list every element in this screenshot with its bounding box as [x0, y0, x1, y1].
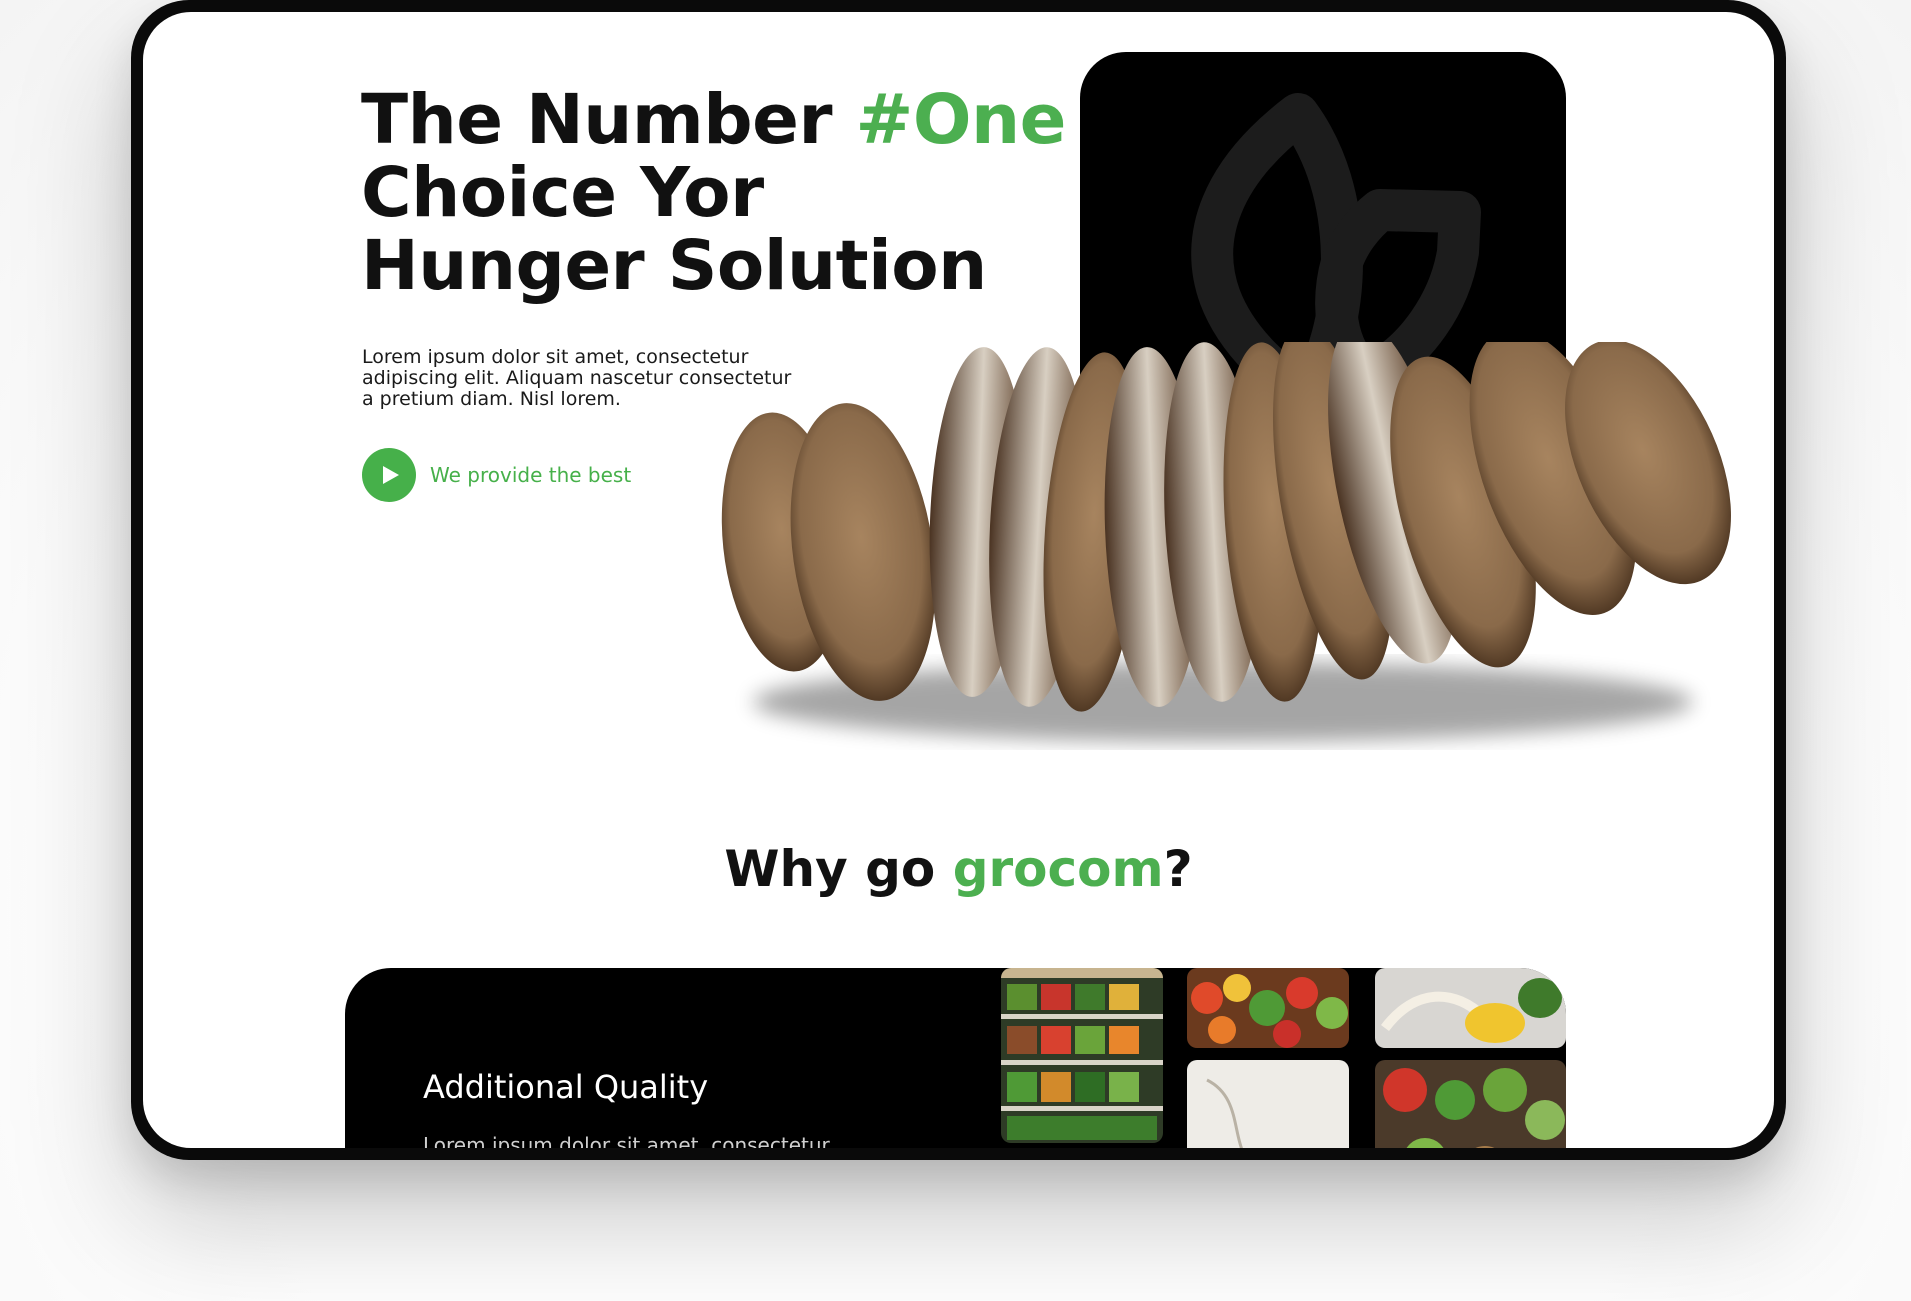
hero-headline: The Number #One Choice Yor Hunger Solution: [361, 84, 1121, 303]
why-suffix: ?: [1163, 840, 1193, 898]
headline-accent: #One: [855, 80, 1067, 160]
device-frame: The Number #One Choice Yor Hunger Solution…: [131, 0, 1786, 1160]
headline-line2: Choice Yor: [361, 153, 764, 233]
feature-card: Additional Quality Lorem ipsum dolor sit…: [345, 968, 1566, 1148]
feature-description: Lorem ipsum dolor sit amet, consectetur: [423, 1133, 830, 1148]
photo-cooking-ingredients: [1375, 968, 1566, 1048]
why-brand: grocom: [952, 840, 1164, 898]
screen: The Number #One Choice Yor Hunger Solution…: [143, 12, 1774, 1148]
why-heading: Why go grocom?: [143, 840, 1774, 898]
photo-veggie-mix: [1375, 1060, 1566, 1148]
bread-image: [721, 342, 1731, 742]
why-prefix: Why go: [724, 840, 953, 898]
cta-label: We provide the best: [430, 463, 632, 487]
photo-produce-shelves: [1001, 968, 1163, 1143]
photo-market-stall: [1187, 968, 1349, 1048]
photo-vegetables-bag: [1187, 1060, 1349, 1148]
feature-title: Additional Quality: [423, 1068, 709, 1106]
play-icon: [362, 448, 416, 502]
headline-line3: Hunger Solution: [361, 226, 987, 306]
headline-part1: The Number: [361, 80, 856, 160]
cta-button[interactable]: We provide the best: [362, 448, 631, 502]
